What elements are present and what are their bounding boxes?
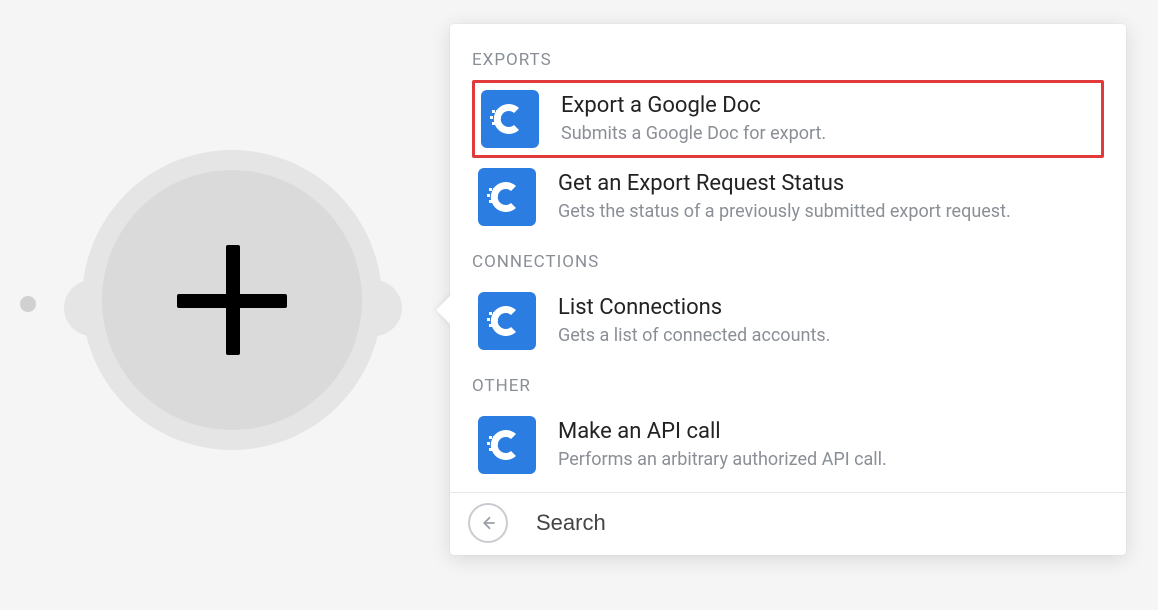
action-title: Make an API call — [558, 418, 887, 446]
app-letter-c-icon — [489, 98, 531, 140]
action-desc: Gets a list of connected accounts. — [558, 324, 830, 348]
action-list-connections[interactable]: List Connections Gets a list of connecte… — [472, 282, 1104, 360]
search-input[interactable] — [536, 510, 1108, 536]
plus-icon — [177, 245, 287, 355]
section-label-other: OTHER — [472, 376, 1104, 396]
app-icon — [478, 168, 536, 226]
action-make-api-call[interactable]: Make an API call Performs an arbitrary a… — [472, 406, 1104, 484]
action-desc: Submits a Google Doc for export. — [561, 122, 826, 146]
connector-dot — [20, 296, 36, 312]
action-export-google-doc[interactable]: Export a Google Doc Submits a Google Doc… — [472, 80, 1104, 158]
module-picker-footer — [450, 492, 1126, 555]
app-letter-c-icon — [486, 300, 528, 342]
action-get-export-status[interactable]: Get an Export Request Status Gets the st… — [472, 158, 1104, 236]
back-button[interactable] — [468, 503, 508, 543]
app-letter-c-icon — [486, 424, 528, 466]
app-icon — [478, 416, 536, 474]
canvas-node-area — [0, 0, 460, 610]
action-title: List Connections — [558, 294, 830, 322]
section-label-exports: EXPORTS — [472, 50, 1104, 70]
app-icon — [481, 90, 539, 148]
app-icon — [478, 292, 536, 350]
section-label-connections: CONNECTIONS — [472, 252, 1104, 272]
add-module-node[interactable] — [82, 150, 382, 450]
arrow-left-icon — [479, 514, 497, 532]
app-letter-c-icon — [486, 176, 528, 218]
action-title: Get an Export Request Status — [558, 170, 1011, 198]
action-desc: Gets the status of a previously submitte… — [558, 200, 1011, 224]
add-module-node-inner — [102, 170, 362, 430]
popover-pointer — [436, 294, 452, 326]
action-title: Export a Google Doc — [561, 92, 826, 120]
module-picker-popover: EXPORTS Export a Goog — [450, 24, 1126, 555]
module-picker-body: EXPORTS Export a Goog — [450, 24, 1126, 492]
action-desc: Performs an arbitrary authorized API cal… — [558, 448, 887, 472]
